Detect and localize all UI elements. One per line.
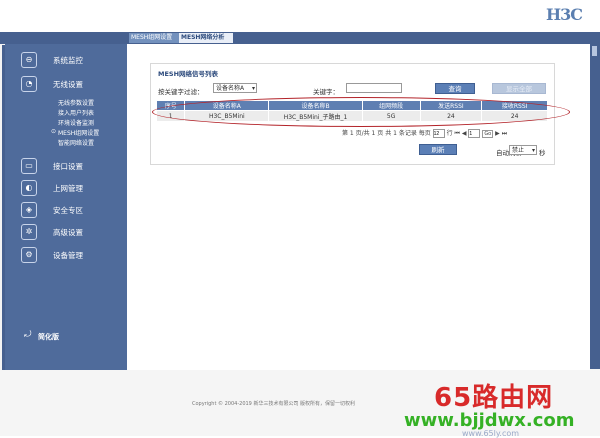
sidebar-item-label: 接口设置 bbox=[53, 162, 83, 171]
keyword-input[interactable] bbox=[346, 83, 402, 93]
shield-icon: ◈ bbox=[21, 202, 37, 218]
sidebar-item-label: 无线设置 bbox=[53, 80, 83, 89]
subitem-client-list[interactable]: 接入用户列表 bbox=[58, 108, 94, 117]
tab-mesh-setup[interactable]: MESH组网设置 bbox=[129, 33, 181, 43]
show-all-button[interactable]: 显示全部 bbox=[492, 83, 546, 94]
auto-refresh-value: 禁止 bbox=[512, 147, 525, 154]
gear-icon: ✲ bbox=[21, 224, 37, 240]
scroll-grip[interactable] bbox=[592, 46, 597, 56]
refresh-button[interactable]: 刷新 bbox=[419, 144, 457, 155]
pager-text: 第 1 页/共 1 页 共 1 条记录 每页 bbox=[342, 130, 431, 137]
pagination: 第 1 页/共 1 页 共 1 条记录 每页 行 ⏮ ◀ Go ▶ ⏭ bbox=[342, 128, 507, 138]
last-page-icon[interactable]: ⏭ bbox=[502, 130, 507, 137]
sidebar-item-device[interactable]: ⚙ 设备管理 bbox=[5, 247, 127, 263]
device-icon: ⚙ bbox=[21, 247, 37, 263]
right-scrollbar[interactable] bbox=[590, 44, 600, 369]
tab-mesh-analysis[interactable]: MESH网络分析 bbox=[179, 33, 233, 43]
subitem-mesh-setup[interactable]: MESH组网设置 bbox=[51, 128, 99, 137]
chevron-down-icon: ▾ bbox=[531, 147, 535, 154]
filter-select-value: 设备名称A bbox=[216, 85, 245, 92]
page-input[interactable] bbox=[468, 129, 481, 138]
search-button[interactable]: 查询 bbox=[435, 83, 475, 94]
top-bar: H3C bbox=[0, 0, 600, 32]
subitem-wireless-params[interactable]: 无线参数设置 bbox=[58, 98, 94, 107]
prev-page-icon[interactable]: ◀ bbox=[462, 130, 467, 137]
filter-label: 按关键字过滤： bbox=[158, 88, 204, 96]
panel-title: MESH网络信号列表 bbox=[158, 70, 219, 78]
simple-mode-link[interactable]: ⤾ 简化版 bbox=[24, 330, 104, 342]
sidebar-item-label: 上网管理 bbox=[53, 184, 83, 193]
highlight-oval bbox=[152, 97, 570, 127]
first-page-icon[interactable]: ⏮ bbox=[455, 130, 460, 137]
filter-select[interactable]: 设备名称A ▾ bbox=[213, 83, 257, 93]
sidebar-item-security[interactable]: ◈ 安全专区 bbox=[5, 202, 127, 218]
wifi-icon: ◔ bbox=[21, 76, 37, 92]
sidebar-item-wireless[interactable]: ◔ 无线设置 bbox=[5, 76, 127, 92]
sidebar-item-advanced[interactable]: ✲ 高级设置 bbox=[5, 224, 127, 240]
watermark-url-secondary: www.65ly.com bbox=[462, 429, 520, 438]
sidebar-item-internet[interactable]: ◐ 上网管理 bbox=[5, 180, 127, 196]
sidebar: ⊖ 系统监控 ◔ 无线设置 无线参数设置 接入用户列表 环境设备监测 MESH组… bbox=[5, 44, 127, 370]
h3c-logo: H3C bbox=[546, 5, 583, 24]
next-page-icon[interactable]: ▶ bbox=[495, 130, 500, 137]
subitem-smart-network[interactable]: 智能网络设置 bbox=[58, 138, 94, 147]
pager-unit: 行 bbox=[446, 130, 453, 137]
sidebar-item-label: 高级设置 bbox=[53, 228, 83, 237]
watermark-url: www.bjjdwx.com bbox=[404, 410, 575, 431]
go-button[interactable]: Go bbox=[482, 130, 494, 138]
sidebar-item-interface[interactable]: ▭ 接口设置 bbox=[5, 158, 127, 174]
auto-refresh-unit: 秒 bbox=[539, 149, 546, 157]
chevron-down-icon: ▾ bbox=[251, 85, 255, 92]
subitem-env-monitor[interactable]: 环境设备监测 bbox=[58, 118, 94, 127]
sidebar-item-label: 系统监控 bbox=[53, 56, 83, 65]
internet-icon: ◐ bbox=[21, 180, 37, 196]
watermark-title: 65路由网 bbox=[434, 383, 554, 413]
simple-mode-label: 简化版 bbox=[38, 333, 59, 341]
sidebar-item-monitor[interactable]: ⊖ 系统监控 bbox=[5, 52, 127, 68]
copyright: Copyright © 2004-2019 新华三技术有限公司 版权所有，保留一… bbox=[192, 401, 356, 407]
auto-refresh-select[interactable]: 禁止 ▾ bbox=[509, 145, 537, 155]
sidebar-item-label: 设备管理 bbox=[53, 251, 83, 260]
tab-bar bbox=[0, 32, 600, 44]
keyword-label: 关键字： bbox=[313, 88, 339, 96]
sidebar-item-label: 安全专区 bbox=[53, 206, 83, 215]
interface-icon: ▭ bbox=[21, 158, 37, 174]
monitor-icon: ⊖ bbox=[21, 52, 37, 68]
per-page-input[interactable] bbox=[432, 129, 445, 138]
simple-mode-icon: ⤾ bbox=[24, 330, 32, 340]
